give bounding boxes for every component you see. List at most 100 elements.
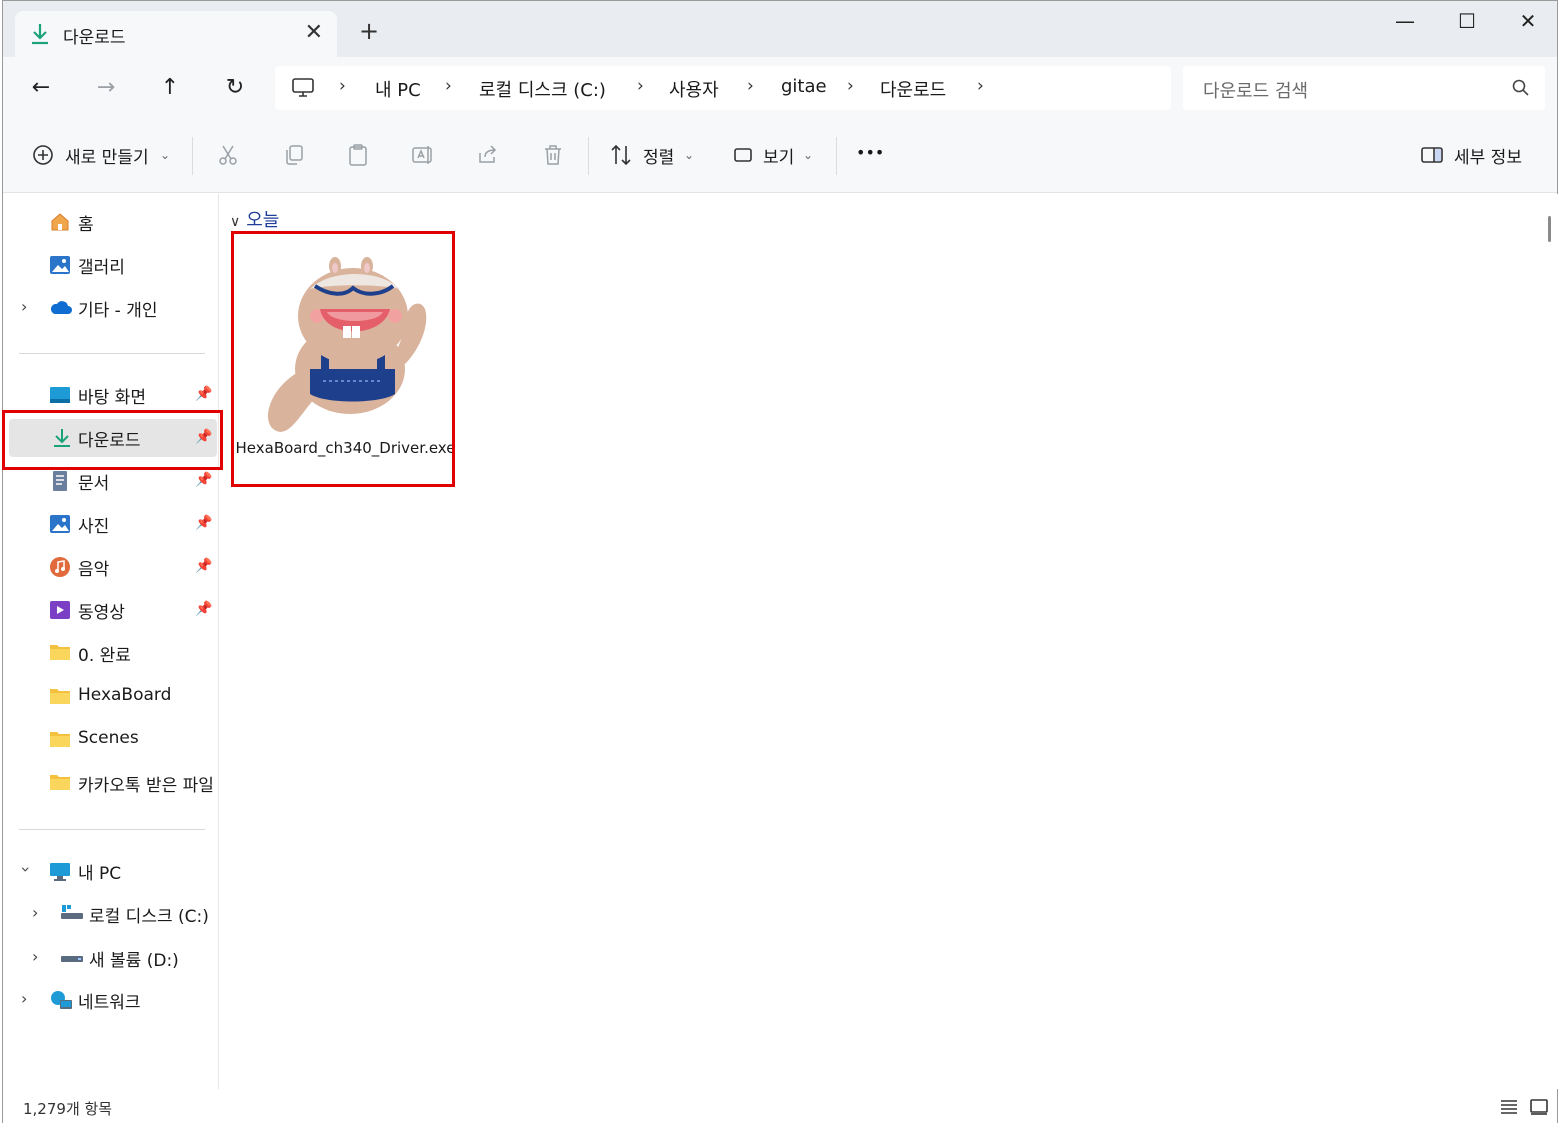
details-pane-icon xyxy=(1420,143,1444,167)
chevron-right-icon[interactable]: › xyxy=(21,297,27,316)
view-button[interactable]: 보기 xyxy=(763,143,794,168)
sidebar-item-drive-c[interactable]: › 로컬 디스크 (C:) xyxy=(3,895,219,933)
sidebar-item-label: 카카오톡 받은 파일 xyxy=(78,776,214,796)
new-tab-button[interactable]: + xyxy=(359,17,379,45)
sidebar-item-folder-done[interactable]: 0. 완료 xyxy=(3,634,219,672)
highlight-box-downloads xyxy=(2,410,223,470)
command-bar: 새로 만들기 ⌄ 정렬 ⌄ 보기 ⌄ ••• 세부 정보 xyxy=(3,119,1557,193)
chevron-down-icon: ∨ xyxy=(230,214,241,230)
sidebar-item-videos[interactable]: 동영상 📌 xyxy=(3,591,219,629)
navigation-pane: 홈 갤러리 › 기타 - 개인 바탕 화면 📌 다운로드 📌 문서 📌 사진 📌… xyxy=(3,194,219,1089)
details-button[interactable]: 세부 정보 xyxy=(1454,143,1522,168)
tab-downloads[interactable]: 다운로드 ✕ xyxy=(15,11,337,57)
sort-button[interactable]: 정렬 xyxy=(643,143,674,168)
sidebar-item-pictures[interactable]: 사진 📌 xyxy=(3,505,219,543)
search-placeholder: 다운로드 검색 xyxy=(1203,81,1309,102)
sidebar-divider xyxy=(19,353,205,354)
sidebar-item-label: 문서 xyxy=(78,474,110,494)
sidebar-item-label: 음악 xyxy=(78,560,110,580)
download-icon xyxy=(29,22,51,50)
sidebar-item-music[interactable]: 음악 📌 xyxy=(3,548,219,586)
drive-icon xyxy=(60,947,83,969)
sidebar-item-drive-d[interactable]: › 새 볼륨 (D:) xyxy=(3,939,219,977)
divider xyxy=(836,137,837,175)
more-options-button[interactable]: ••• xyxy=(856,143,884,162)
chevron-down-icon: ⌄ xyxy=(160,148,171,162)
breadcrumb-separator: › xyxy=(847,76,854,96)
search-icon xyxy=(1511,78,1531,102)
drive-icon xyxy=(60,903,83,925)
sidebar-item-this-pc[interactable]: › 내 PC xyxy=(3,852,219,890)
music-icon xyxy=(49,556,71,578)
folder-icon xyxy=(49,729,71,751)
tiles-view-icon[interactable] xyxy=(1529,1098,1549,1120)
sidebar-item-label: Scenes xyxy=(78,728,139,748)
share-icon[interactable] xyxy=(476,143,500,167)
group-header-today[interactable]: ∨ 오늘 xyxy=(230,206,279,232)
sidebar-item-label: 네트워크 xyxy=(78,993,141,1013)
sidebar-item-home[interactable]: 홈 xyxy=(3,203,219,241)
close-window-button[interactable]: ✕ xyxy=(1508,9,1548,39)
breadcrumb-this-pc[interactable]: 내 PC xyxy=(375,76,421,102)
up-button[interactable]: ↑ xyxy=(153,71,187,105)
sidebar-item-folder-hexaboard[interactable]: HexaBoard xyxy=(3,678,219,716)
copy-icon[interactable] xyxy=(282,143,306,167)
breadcrumb-separator: › xyxy=(977,76,984,96)
rename-icon[interactable] xyxy=(411,143,435,167)
address-bar[interactable]: › 내 PC › 로컬 디스크 (C:) › 사용자 › gitae › 다운로… xyxy=(275,66,1171,110)
folder-icon xyxy=(49,772,71,794)
breadcrumb-local-disk[interactable]: 로컬 디스크 (C:) xyxy=(479,76,606,102)
breadcrumb-users[interactable]: 사용자 xyxy=(669,76,719,102)
new-button[interactable]: 새로 만들기 xyxy=(65,143,149,168)
vertical-scrollbar[interactable] xyxy=(1540,194,1559,1089)
search-box[interactable]: 다운로드 검색 xyxy=(1183,66,1545,110)
sidebar-item-desktop[interactable]: 바탕 화면 📌 xyxy=(3,376,219,414)
status-bar: 1,279개 항목 xyxy=(3,1089,1557,1124)
folder-icon xyxy=(49,686,71,708)
sidebar-item-label: 홈 xyxy=(78,215,94,235)
sidebar-item-label: 동영상 xyxy=(78,603,125,623)
refresh-button[interactable]: ↻ xyxy=(218,71,252,105)
breadcrumb-user-folder[interactable]: gitae xyxy=(781,76,827,97)
sidebar-item-label: 내 PC xyxy=(78,864,122,884)
minimize-button[interactable]: — xyxy=(1385,9,1425,39)
breadcrumb-downloads[interactable]: 다운로드 xyxy=(880,76,946,102)
gallery-icon xyxy=(49,254,71,276)
back-button[interactable]: ← xyxy=(24,71,58,105)
maximize-button[interactable]: ☐ xyxy=(1447,9,1487,39)
plus-circle-icon xyxy=(31,143,55,167)
chevron-right-icon[interactable]: › xyxy=(32,947,38,966)
sidebar-item-label: 로컬 디스크 (C:) xyxy=(89,907,209,927)
forward-button[interactable]: → xyxy=(89,71,123,105)
tab-close-icon[interactable]: ✕ xyxy=(305,20,323,45)
tab-title: 다운로드 xyxy=(63,28,126,48)
sidebar-item-folder-scenes[interactable]: Scenes xyxy=(3,721,219,759)
sidebar-item-onedrive[interactable]: › 기타 - 개인 xyxy=(3,289,219,327)
group-label: 오늘 xyxy=(246,210,280,231)
pictures-icon xyxy=(49,513,71,535)
divider xyxy=(192,137,193,175)
breadcrumb-separator: › xyxy=(747,76,754,96)
paste-icon[interactable] xyxy=(346,143,370,167)
details-view-icon[interactable] xyxy=(1499,1098,1519,1120)
cut-icon[interactable] xyxy=(216,143,240,167)
sidebar-item-folder-kakaotalk[interactable]: 카카오톡 받은 파일 xyxy=(3,764,219,802)
sidebar-item-gallery[interactable]: 갤러리 xyxy=(3,246,219,284)
document-icon xyxy=(49,470,71,492)
sidebar-item-network[interactable]: › 네트워크 xyxy=(3,981,219,1019)
scrollbar-thumb[interactable] xyxy=(1548,216,1551,242)
pin-icon: 📌 xyxy=(195,515,213,531)
monitor-icon xyxy=(291,77,315,103)
trash-icon[interactable] xyxy=(541,143,565,167)
sidebar-item-label: 0. 완료 xyxy=(78,646,131,666)
sidebar-item-label: 사진 xyxy=(78,517,110,537)
chevron-down-icon[interactable]: › xyxy=(17,866,36,872)
highlight-box-file xyxy=(231,231,455,487)
chevron-right-icon[interactable]: › xyxy=(32,903,38,922)
pin-icon: 📌 xyxy=(195,386,213,402)
chevron-right-icon[interactable]: › xyxy=(21,989,27,1008)
view-icon xyxy=(731,143,755,167)
pin-icon: 📌 xyxy=(195,472,213,488)
pin-icon: 📌 xyxy=(195,558,213,574)
cloud-icon xyxy=(49,297,72,319)
